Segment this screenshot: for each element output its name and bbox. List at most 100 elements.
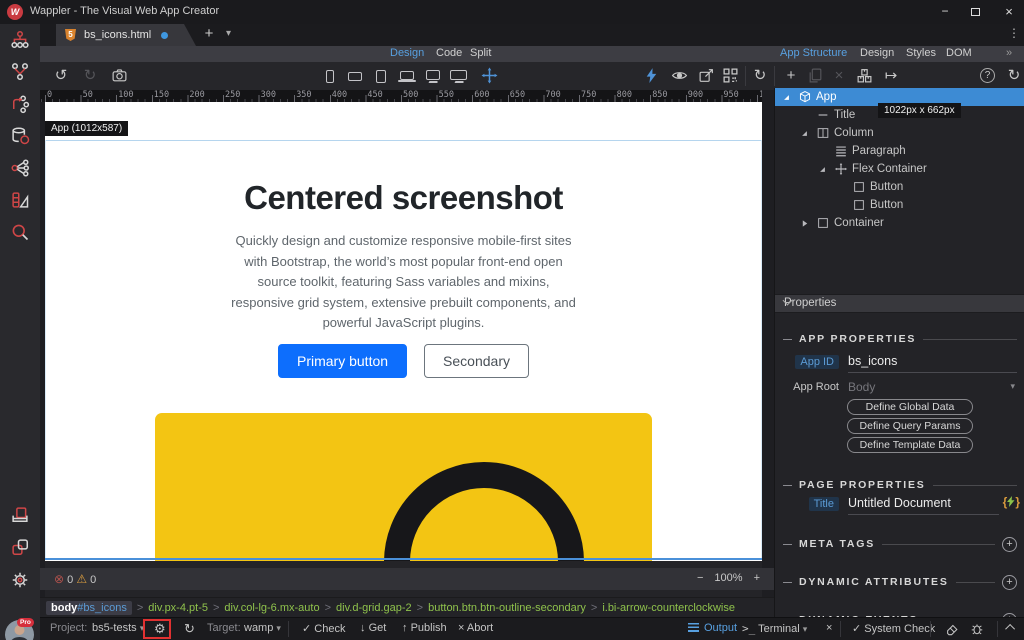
secondary-button[interactable]: Secondary <box>424 344 529 378</box>
device-desktop-icon[interactable] <box>426 70 440 80</box>
tree-item-button[interactable]: Button <box>775 178 1024 196</box>
help-icon[interactable]: ? <box>980 68 995 83</box>
device-laptop-icon[interactable] <box>398 71 416 82</box>
publish-button[interactable]: ↑ Publish <box>402 622 447 634</box>
undo-icon[interactable]: ↺ <box>52 67 70 85</box>
app-root-select[interactable]: Body ▾ <box>848 380 1017 394</box>
collapse-panel-chevron-icon[interactable] <box>1005 622 1016 634</box>
panel-tab-dom[interactable]: DOM <box>946 47 972 59</box>
terminal-button[interactable]: >_ Terminal ▾ <box>742 622 807 635</box>
tree-item-container[interactable]: Container <box>775 214 1024 232</box>
debug-bug-icon[interactable] <box>970 622 984 636</box>
minimize-button[interactable]: − <box>936 3 954 21</box>
breadcrumb-root[interactable]: body#bs_icons <box>46 600 132 615</box>
design-canvas[interactable]: App (1012x587) Centered screenshot Quick… <box>45 102 762 561</box>
refresh-project-icon[interactable]: ↻ <box>184 621 195 637</box>
panel-overflow-icon[interactable]: » <box>1006 47 1012 59</box>
add-component-icon[interactable]: + <box>782 67 800 85</box>
tree-item-column[interactable]: Column <box>775 124 1024 142</box>
abort-button[interactable]: × Abort <box>458 622 493 634</box>
flows-icon[interactable] <box>10 62 30 82</box>
extensions-icon[interactable] <box>10 537 30 557</box>
app-id-input[interactable]: bs_icons <box>848 354 1017 373</box>
zoom-out-button[interactable]: − <box>697 572 703 584</box>
search-icon[interactable] <box>10 222 30 242</box>
refresh-structure-icon[interactable]: ↻ <box>1005 67 1023 85</box>
new-tab-button[interactable]: + <box>200 25 218 42</box>
delete-component-icon[interactable]: × <box>830 67 848 85</box>
breadcrumb-item[interactable]: button.btn.btn-outline-secondary <box>428 602 586 614</box>
wappler-window: W Wappler - The Visual Web App Creator −… <box>0 0 1024 640</box>
tree-expand-open-icon[interactable] <box>799 128 810 139</box>
api-icon[interactable] <box>10 158 30 178</box>
dynamic-data-bolt-icon[interactable] <box>642 67 660 85</box>
file-tab[interactable]: 5 bs_icons.html <box>56 24 196 46</box>
page-paragraph[interactable]: Quickly design and customize responsive … <box>230 231 578 334</box>
breadcrumb-item[interactable]: i.bi-arrow-counterclockwise <box>602 602 735 614</box>
project-label: Project: <box>50 622 88 634</box>
qr-code-icon[interactable] <box>721 67 739 85</box>
duplicate-icon[interactable] <box>806 67 824 85</box>
refresh-canvas-icon[interactable]: ↻ <box>751 67 769 85</box>
tree-item-button[interactable]: Button <box>775 196 1024 214</box>
view-mode-code[interactable]: Code <box>436 47 462 59</box>
breadcrumb-item[interactable]: div.d-grid.gap-2 <box>336 602 412 614</box>
device-large-desktop-icon[interactable] <box>450 70 467 80</box>
clear-output-eraser-icon[interactable] <box>945 622 959 636</box>
define-query-params-button[interactable]: Define Query Params <box>847 418 973 434</box>
device-phone-landscape-icon[interactable] <box>348 72 362 81</box>
primary-button[interactable]: Primary button <box>278 344 408 378</box>
zoom-in-button[interactable]: + <box>754 572 760 584</box>
device-phone-icon[interactable] <box>326 70 334 83</box>
database-icon[interactable] <box>10 126 30 146</box>
properties-header[interactable]: Properties <box>775 294 1024 313</box>
page-title-input[interactable]: Untitled Document <box>848 496 999 515</box>
device-tablet-icon[interactable] <box>376 70 386 83</box>
output-button[interactable]: Output <box>688 622 737 634</box>
tree-item-flex-container[interactable]: Flex Container <box>775 160 1024 178</box>
check-button[interactable]: ✓ Check <box>302 622 345 635</box>
fluid-resize-icon[interactable] <box>480 67 498 85</box>
tree-expand-open-icon[interactable] <box>817 164 828 175</box>
system-check-button[interactable]: ✓ System Check <box>852 622 935 635</box>
tab-list-caret-icon[interactable]: ▾ <box>226 28 231 39</box>
panel-tab-app-structure[interactable]: App Structure <box>780 47 847 59</box>
define-global-data-button[interactable]: Define Global Data <box>847 399 973 415</box>
open-in-browser-icon[interactable] <box>697 67 715 85</box>
app-connect-icon[interactable] <box>10 30 30 50</box>
breadcrumb-item[interactable]: div.col-lg-6.mx-auto <box>224 602 319 614</box>
view-mode-split[interactable]: Split <box>470 47 491 59</box>
breadcrumb-item[interactable]: div.px-4.pt-5 <box>148 602 208 614</box>
define-template-data-button[interactable]: Define Template Data <box>847 437 973 453</box>
dynamic-data-picker-icon[interactable]: {} <box>1003 495 1020 509</box>
screenshot-camera-icon[interactable] <box>110 67 128 85</box>
packages-icon[interactable] <box>855 67 873 85</box>
panel-tab-design[interactable]: Design <box>860 47 894 59</box>
maximize-button[interactable] <box>971 8 980 16</box>
tree-expand-closed-icon[interactable] <box>799 218 810 229</box>
add-icon[interactable]: + <box>1002 574 1017 590</box>
preview-eye-icon[interactable] <box>670 67 688 85</box>
project-selector[interactable]: bs5-tests ▾ <box>92 622 144 634</box>
routing-icon[interactable] <box>10 94 30 114</box>
add-icon[interactable]: + <box>1002 536 1017 552</box>
export-icon[interactable]: ↦ <box>882 67 900 85</box>
design-icon[interactable] <box>10 190 30 210</box>
panel-tab-styles[interactable]: Styles <box>906 47 936 59</box>
deploy-icon[interactable] <box>10 505 30 525</box>
tree-item-paragraph[interactable]: Paragraph <box>775 142 1024 160</box>
get-button[interactable]: ↓ Get <box>360 622 386 634</box>
target-selector[interactable]: wamp ▾ <box>244 622 281 634</box>
view-mode-design[interactable]: Design <box>390 47 424 59</box>
tree-item-label: Container <box>834 217 884 229</box>
errors-icon[interactable]: ⊗ <box>54 572 64 586</box>
redo-icon[interactable]: ↻ <box>81 67 99 85</box>
page-heading[interactable]: Centered screenshot <box>45 179 762 217</box>
kebab-menu-icon[interactable]: ⋮ <box>1008 26 1020 40</box>
warnings-icon[interactable]: ⚠ <box>76 572 87 586</box>
settings-icon[interactable] <box>10 570 30 590</box>
hero-image[interactable] <box>155 413 652 561</box>
close-terminal-icon[interactable]: × <box>826 622 832 634</box>
close-button[interactable]: × <box>1000 3 1018 21</box>
tree-expand-open-icon[interactable] <box>781 92 792 103</box>
